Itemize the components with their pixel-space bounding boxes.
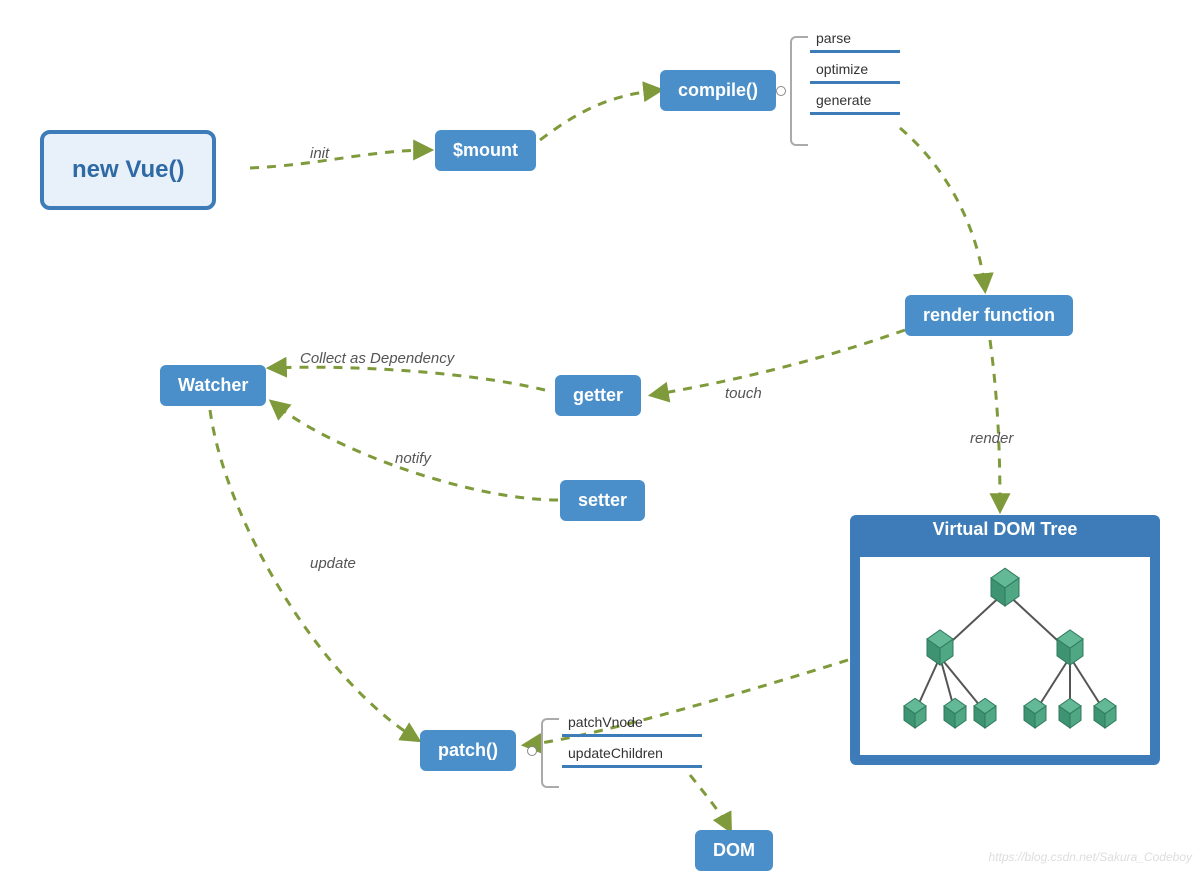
patch-anno-updatechildren: updateChildren [562, 743, 702, 768]
edge-label-init: init [310, 145, 329, 162]
label-setter: setter [578, 490, 627, 511]
label-mount: $mount [453, 140, 518, 161]
patch-bracket [541, 718, 559, 788]
virtual-dom-tree-illustration [860, 557, 1150, 755]
edge-label-update: update [310, 555, 356, 572]
patch-anno-patchvnode: patchVnode [562, 712, 702, 737]
patch-connector-dot [527, 746, 537, 756]
node-setter: setter [560, 480, 645, 521]
label-compile: compile() [678, 80, 758, 101]
label-getter: getter [573, 385, 623, 406]
patch-annotations: patchVnode updateChildren [562, 712, 702, 768]
compile-anno-parse: parse [810, 28, 900, 53]
node-compile: compile() [660, 70, 776, 111]
label-render-function: render function [923, 305, 1055, 326]
node-render-function: render function [905, 295, 1073, 336]
compile-connector-dot [776, 86, 786, 96]
edge-label-render: render [970, 430, 1013, 447]
label-dom: DOM [713, 840, 755, 861]
virtual-dom-tree-box: Virtual DOM Tree [850, 515, 1160, 765]
node-new-vue: new Vue() [40, 130, 216, 210]
label-new-vue: new Vue() [72, 156, 184, 184]
label-watcher: Watcher [178, 375, 248, 396]
compile-anno-optimize: optimize [810, 59, 900, 84]
watermark-text: https://blog.csdn.net/Sakura_Codeboy [989, 850, 1192, 864]
label-patch: patch() [438, 740, 498, 761]
edge-label-touch: touch [725, 385, 762, 402]
compile-anno-generate: generate [810, 90, 900, 115]
compile-bracket [790, 36, 808, 146]
node-dom: DOM [695, 830, 773, 871]
node-watcher: Watcher [160, 365, 266, 406]
virtual-dom-tree-title: Virtual DOM Tree [860, 519, 1150, 540]
compile-annotations: parse optimize generate [810, 28, 900, 115]
node-patch: patch() [420, 730, 516, 771]
edge-label-notify: notify [395, 450, 431, 467]
node-getter: getter [555, 375, 641, 416]
edge-label-collect: Collect as Dependency [300, 350, 454, 367]
node-mount: $mount [435, 130, 536, 171]
